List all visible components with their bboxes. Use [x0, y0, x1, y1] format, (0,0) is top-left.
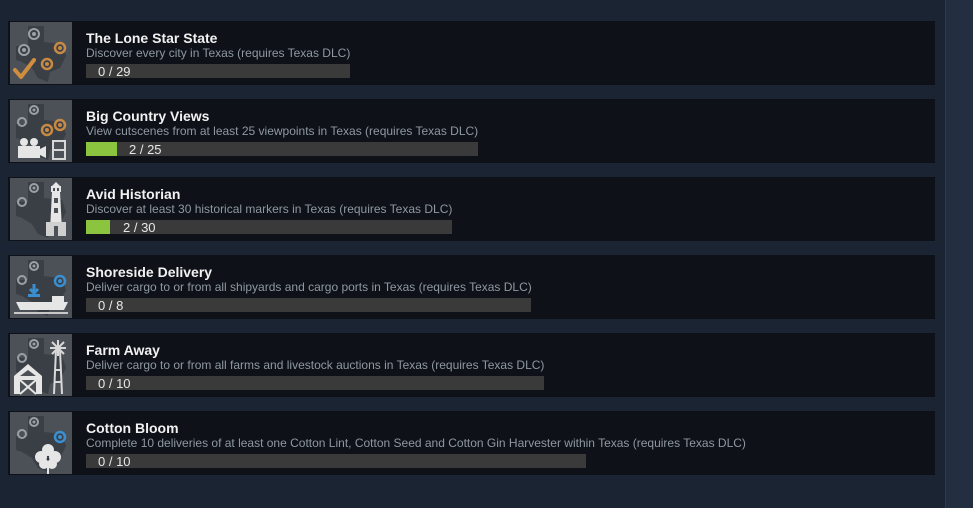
progress-fill	[86, 220, 110, 234]
progress-count: 2 / 30	[123, 220, 156, 235]
achievement-row-shoreside-delivery: Shoreside Delivery Deliver cargo to or f…	[8, 255, 935, 319]
progress-fill	[86, 142, 117, 156]
progress-bar: 2 / 30	[86, 220, 452, 235]
progress-bar: 0 / 10	[86, 376, 544, 391]
achievement-title: The Lone Star State	[86, 30, 218, 46]
progress-bar: 2 / 25	[86, 142, 478, 157]
achievement-row-cotton-bloom: Cotton Bloom Complete 10 deliveries of a…	[8, 411, 935, 475]
progress-bar: 0 / 8	[86, 298, 531, 313]
achievement-row-lone-star-state: The Lone Star State Discover every city …	[8, 21, 935, 85]
progress-count: 0 / 10	[98, 376, 131, 391]
achievement-row-avid-historian: Avid Historian Discover at least 30 hist…	[8, 177, 935, 241]
progress-count: 0 / 10	[98, 454, 131, 469]
achievement-title: Shoreside Delivery	[86, 264, 213, 280]
texas-map-lighthouse-icon	[10, 178, 72, 240]
texas-map-checkmark-icon	[10, 22, 72, 84]
achievement-description: Discover at least 30 historical markers …	[86, 202, 453, 216]
texas-map-cotton-icon	[10, 412, 72, 474]
progress-count: 0 / 29	[98, 64, 131, 79]
texas-map-ship-icon	[10, 256, 72, 318]
achievement-title: Avid Historian	[86, 186, 181, 202]
achievement-description: Discover every city in Texas (requires T…	[86, 46, 351, 60]
achievement-description: View cutscenes from at least 25 viewpoin…	[86, 124, 479, 138]
achievement-description: Deliver cargo to or from all shipyards a…	[86, 280, 532, 294]
achievement-description: Complete 10 deliveries of at least one C…	[86, 436, 746, 450]
achievement-row-farm-away: Farm Away Deliver cargo to or from all f…	[8, 333, 935, 397]
progress-bar: 0 / 29	[86, 64, 350, 79]
progress-bar: 0 / 10	[86, 454, 586, 469]
texas-map-barn-windmill-icon	[10, 334, 72, 396]
progress-count: 2 / 25	[129, 142, 162, 157]
achievement-title: Farm Away	[86, 342, 160, 358]
achievement-description: Deliver cargo to or from all farms and l…	[86, 358, 545, 372]
achievement-row-big-country-views: Big Country Views View cutscenes from at…	[8, 99, 935, 163]
texas-map-camera-icon	[10, 100, 72, 162]
right-panel-edge	[945, 0, 973, 508]
achievement-title: Cotton Bloom	[86, 420, 179, 436]
progress-count: 0 / 8	[98, 298, 124, 313]
achievement-title: Big Country Views	[86, 108, 210, 124]
achievement-list: The Lone Star State Discover every city …	[0, 0, 945, 508]
